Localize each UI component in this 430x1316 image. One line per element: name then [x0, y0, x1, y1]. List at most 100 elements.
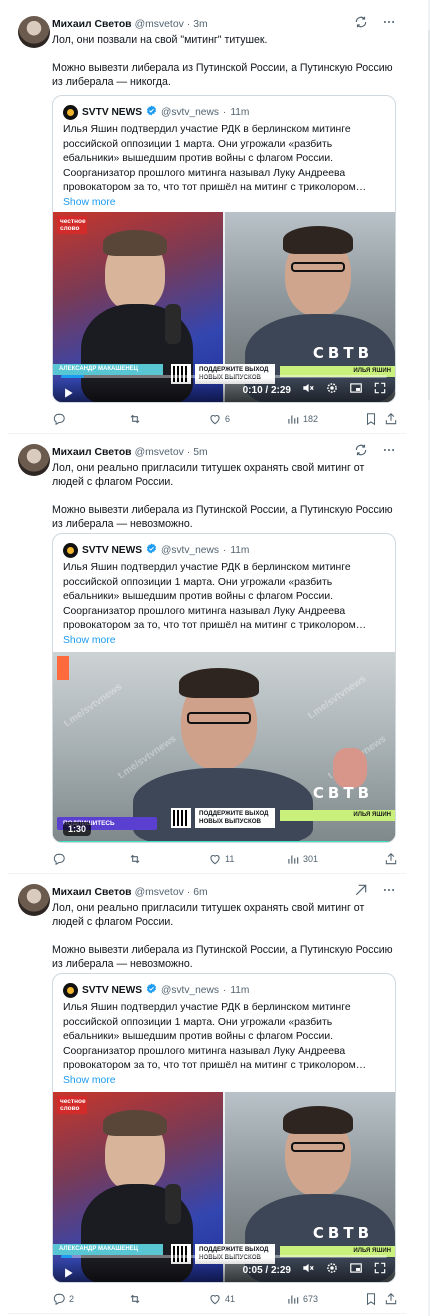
- tweet[interactable]: Михаил Светов @msvetov · 6m Лол, они реа…: [8, 874, 406, 1314]
- fullscreen-icon[interactable]: [373, 381, 387, 400]
- views-count: 182: [303, 414, 319, 424]
- reply-button[interactable]: [52, 852, 69, 866]
- caption-right: ИЛЬЯ ЯШИН: [280, 810, 395, 821]
- progress-bar[interactable]: [61, 1255, 387, 1258]
- reply-button[interactable]: [52, 412, 69, 426]
- quote-text-block: Илья Яшин подтвердил участие РДК в берли…: [63, 123, 385, 211]
- lower-third: ПОДДЕРЖИТЕ ВЫХОД НОВЫХ ВЫПУСКОВ ИЛЬЯ ЯШИ…: [53, 808, 395, 830]
- author-handle[interactable]: @msvetov: [135, 887, 184, 898]
- channel-tag: [57, 656, 69, 680]
- timestamp[interactable]: 6m: [193, 887, 207, 898]
- timestamp[interactable]: 5m: [193, 447, 207, 458]
- like-count: 41: [225, 1294, 236, 1304]
- quote-text: Илья Яшин подтвердил участие РДК в берли…: [63, 124, 367, 194]
- quote-text-block: Илья Яшин подтвердил участие РДК в берли…: [63, 561, 385, 649]
- video-player[interactable]: честное слово СВТВ АЛЕКСАНДР МАКАШЕНЕЦ П…: [53, 212, 395, 402]
- progress-bar[interactable]: [61, 375, 387, 378]
- quoted-tweet[interactable]: SVTV NEWS @svtv_news · 11m Илья Яшин под…: [52, 95, 396, 403]
- avatar[interactable]: [18, 16, 50, 48]
- verified-badge-icon: [146, 983, 157, 997]
- tweet-paragraph: Можно вывезти либерала из Путинской Росс…: [52, 62, 393, 88]
- show-tag: честное слово: [57, 216, 87, 234]
- share-button[interactable]: [384, 1292, 398, 1306]
- more-icon[interactable]: [382, 443, 396, 462]
- avatar[interactable]: [18, 884, 50, 916]
- views-button[interactable]: 301: [286, 852, 318, 866]
- watermark-text: t.me/svtvnews: [306, 673, 369, 722]
- verified-badge-icon: [146, 105, 157, 119]
- more-icon[interactable]: [382, 883, 396, 902]
- like-button[interactable]: 6: [208, 412, 230, 426]
- picture-in-picture-icon[interactable]: [349, 1261, 363, 1280]
- author-name[interactable]: Михаил Светов: [52, 887, 132, 898]
- verified-badge-icon: [146, 543, 157, 557]
- progress-fill: [61, 1255, 73, 1258]
- share-button[interactable]: [384, 852, 398, 866]
- quote-timestamp: 11m: [230, 984, 250, 996]
- quoted-tweet[interactable]: SVTV NEWS @svtv_news · 11m Илья Яшин под…: [52, 973, 396, 1283]
- show-more-link[interactable]: Show more: [63, 196, 385, 211]
- watermark-text: t.me/svtvnews: [62, 681, 125, 730]
- more-icon[interactable]: [382, 15, 396, 34]
- separator: ·: [222, 544, 227, 556]
- quote-handle: @svtv_news: [161, 984, 219, 996]
- author-handle[interactable]: @msvetov: [135, 447, 184, 458]
- avatar[interactable]: [18, 444, 50, 476]
- volume-icon[interactable]: [301, 1261, 315, 1280]
- quote-author-name: SVTV NEWS: [82, 544, 143, 556]
- author-name[interactable]: Михаил Светов: [52, 19, 132, 30]
- accent-stripe: [53, 841, 395, 842]
- like-button[interactable]: 11: [208, 852, 234, 866]
- guest-hair: [283, 226, 353, 254]
- bookmark-button[interactable]: [364, 1292, 378, 1306]
- like-button[interactable]: 41: [208, 1292, 235, 1306]
- retweet-button[interactable]: [128, 1292, 145, 1306]
- retweet-button[interactable]: [128, 412, 145, 426]
- caption-left: АЛЕКСАНДР МАКАШЕНЕЦ: [53, 364, 163, 375]
- tweet-top-actions: [354, 15, 396, 34]
- separator: ·: [186, 446, 191, 458]
- author-handle[interactable]: @msvetov: [135, 19, 184, 30]
- tweet[interactable]: Михаил Светов @msvetov · 5m Лол, они реа…: [8, 434, 406, 874]
- quoted-tweet[interactable]: SVTV NEWS @svtv_news · 11m Илья Яшин под…: [52, 533, 396, 843]
- quote-header: SVTV NEWS @svtv_news · 11m: [63, 542, 249, 558]
- show-tag: честное слово: [57, 1096, 87, 1114]
- separator: ·: [186, 18, 191, 30]
- reply-button[interactable]: 2: [52, 1292, 74, 1306]
- player-controls: 0:10 / 2:29: [53, 378, 395, 402]
- fullscreen-icon[interactable]: [373, 1261, 387, 1280]
- share-button[interactable]: [384, 412, 398, 426]
- grok-icon[interactable]: [354, 443, 368, 462]
- brand-logo: СВТВ: [312, 1224, 373, 1242]
- microphone: [165, 304, 181, 344]
- author-name[interactable]: Михаил Светов: [52, 447, 132, 458]
- guest-glasses: [291, 1142, 345, 1152]
- picture-in-picture-icon[interactable]: [349, 381, 363, 400]
- player-controls: 0:05 / 2:29: [53, 1258, 395, 1282]
- show-more-link[interactable]: Show more: [63, 634, 385, 649]
- volume-icon[interactable]: [301, 381, 315, 400]
- grok-icon[interactable]: [354, 883, 368, 902]
- views-button[interactable]: 182: [286, 412, 318, 426]
- tweet-paragraph: Можно вывезти либерала из Путинской Росс…: [52, 504, 393, 530]
- settings-icon[interactable]: [325, 381, 339, 400]
- guest-glasses: [187, 712, 251, 724]
- bookmark-button[interactable]: [364, 412, 378, 426]
- quote-timestamp: 11m: [230, 106, 250, 118]
- tweet-header: Михаил Светов @msvetov · 6m: [52, 884, 378, 900]
- video-player[interactable]: t.me/svtvnews t.me/svtvnews t.me/svtvnew…: [53, 652, 395, 842]
- tweet-actions: 2 41 673: [52, 1290, 398, 1308]
- timestamp[interactable]: 3m: [193, 19, 207, 30]
- retweet-button[interactable]: [128, 852, 145, 866]
- play-button[interactable]: [61, 386, 75, 400]
- tweet-actions: 6 182: [52, 410, 398, 428]
- guest-glasses: [291, 262, 345, 272]
- views-button[interactable]: 673: [286, 1292, 318, 1306]
- guest-body: [133, 768, 313, 842]
- video-player[interactable]: честное слово СВТВ АЛЕКСАНДР МАКАШЕНЕЦ П…: [53, 1092, 395, 1282]
- grok-icon[interactable]: [354, 15, 368, 34]
- tweet[interactable]: Михаил Светов @msvetov · 3m Лол, они поз…: [8, 6, 406, 434]
- show-more-link[interactable]: Show more: [63, 1074, 385, 1089]
- settings-icon[interactable]: [325, 1261, 339, 1280]
- play-button[interactable]: [61, 1266, 75, 1280]
